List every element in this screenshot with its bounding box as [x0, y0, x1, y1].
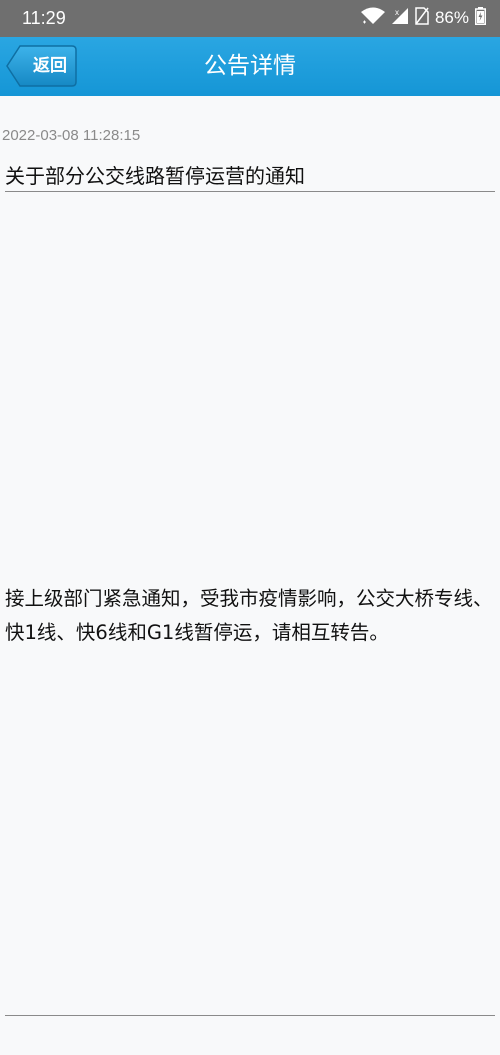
back-button[interactable]: 返回 — [6, 45, 77, 87]
notice-body: 接上级部门紧急通知，受我市疫情影响，公交大桥专线、快1线、快6线和G1线暂停运，… — [5, 587, 493, 644]
battery-icon — [475, 7, 486, 29]
status-icons: x 86% — [360, 6, 486, 30]
status-bar: 11:29 x 86% — [0, 0, 500, 37]
status-time: 11:29 — [22, 8, 66, 28]
title-bar: 公告详情 返回 — [0, 37, 500, 96]
wifi-icon — [360, 7, 385, 29]
sim-absent-icon — [415, 7, 429, 29]
title-divider — [5, 191, 495, 192]
battery-percent: 86% — [434, 8, 469, 27]
notice-timestamp: 2022-03-08 11:28:15 — [2, 127, 141, 144]
notice-title: 关于部分公交线路暂停运营的通知 — [5, 164, 305, 188]
back-label: 返回 — [33, 56, 67, 76]
svg-text:x: x — [395, 8, 399, 17]
signal-icon: x — [391, 7, 409, 29]
bottom-divider — [5, 1015, 495, 1016]
